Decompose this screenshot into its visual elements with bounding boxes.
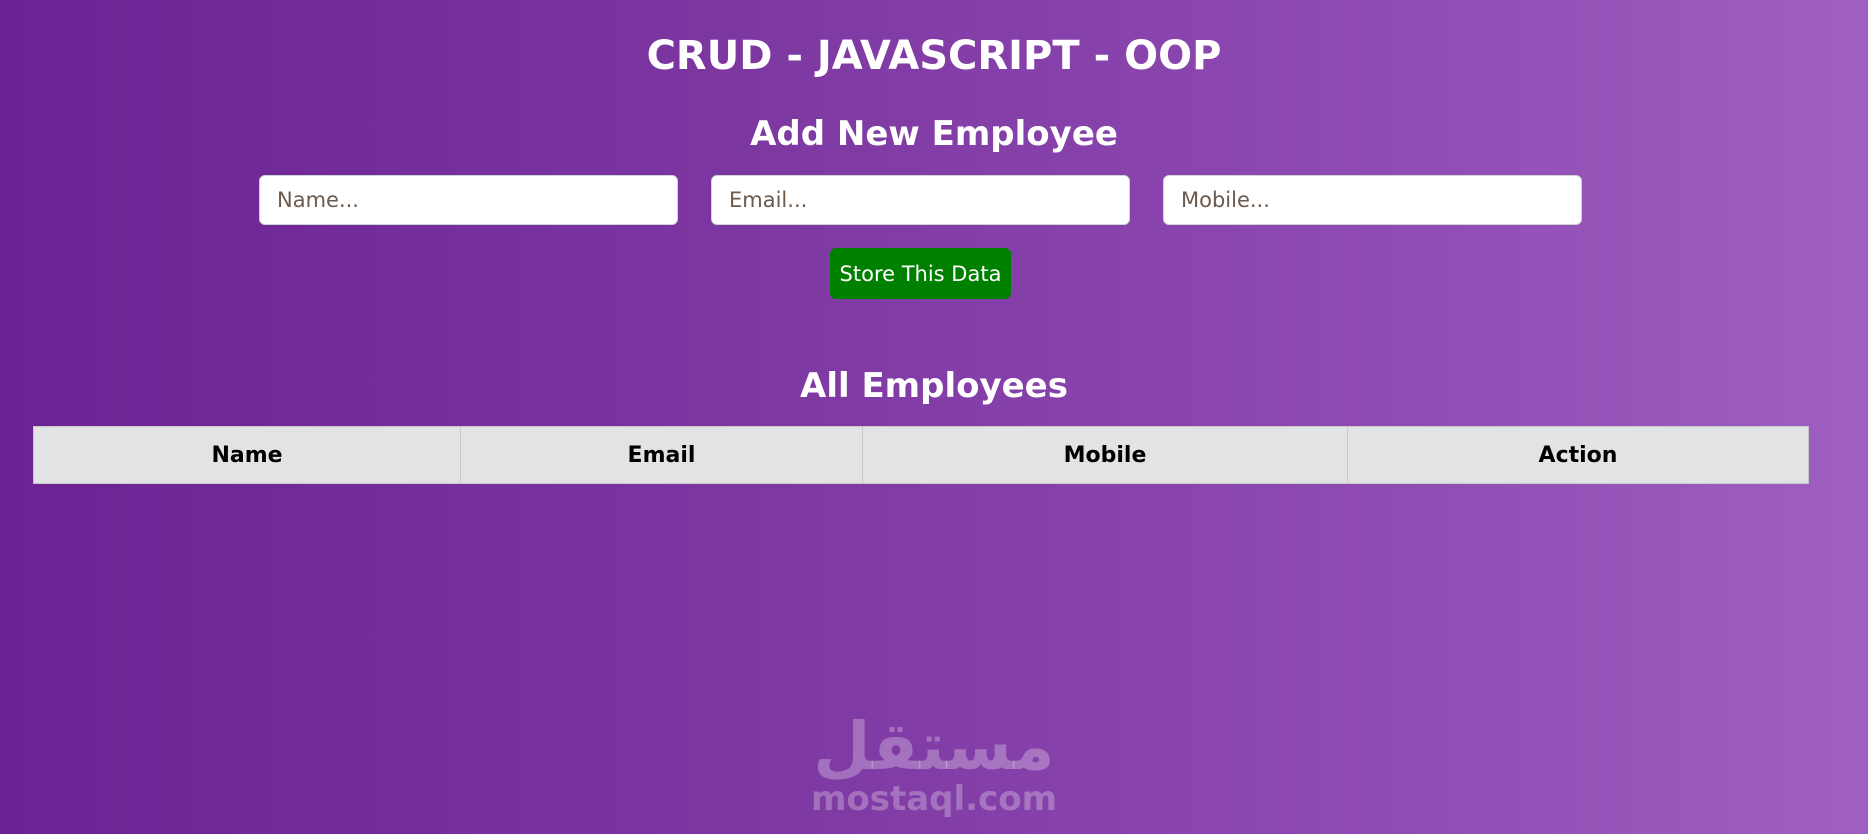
table-header-row: Name Email Mobile Action [33,426,1809,484]
add-employee-heading: Add New Employee [750,114,1118,154]
mobile-input[interactable] [1163,175,1582,225]
page-title: CRUD - JAVASCRIPT - OOP [646,33,1222,79]
employees-table: Name Email Mobile Action [33,426,1809,484]
store-data-button[interactable]: Store This Data [830,248,1011,299]
column-header-name: Name [33,426,461,484]
mostaql-watermark: مستقل mostaql.com [0,708,1868,816]
employee-form [259,175,1582,225]
watermark-arabic-logo: مستقل [813,708,1055,785]
employees-table-container: Name Email Mobile Action [33,426,1809,484]
watermark-domain: mostaql.com [810,779,1058,819]
column-header-action: Action [1347,426,1809,484]
email-input[interactable] [711,175,1130,225]
column-header-email: Email [460,426,863,484]
name-input[interactable] [259,175,678,225]
column-header-mobile: Mobile [862,426,1348,484]
all-employees-heading: All Employees [800,366,1068,406]
